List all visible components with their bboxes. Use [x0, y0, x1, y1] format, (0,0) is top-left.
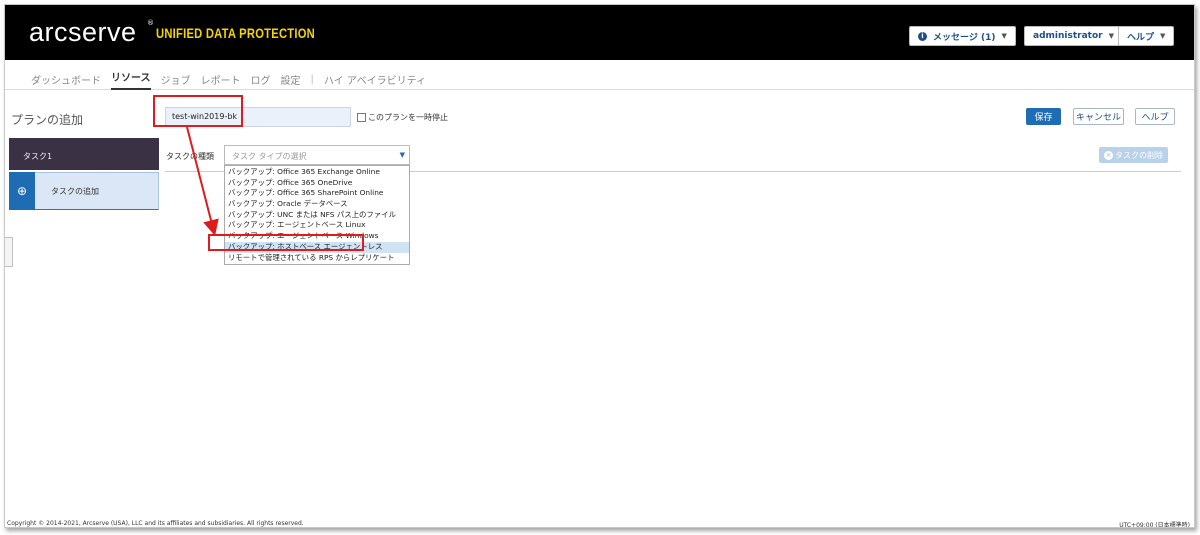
- help-menu-label: ヘルプ: [1127, 32, 1155, 43]
- nav-logs[interactable]: ログ: [251, 72, 271, 87]
- add-task-label: タスクの追加: [51, 186, 99, 196]
- dropdown-option[interactable]: バックアップ: UNC または NFS パス上のファイル: [225, 210, 409, 221]
- messages-button[interactable]: i メッセージ (1) ▼: [909, 26, 1016, 46]
- nav-high-availability[interactable]: ハイ アベイラビリティ: [324, 72, 426, 87]
- dropdown-option[interactable]: バックアップ: Office 365 OneDrive: [225, 178, 409, 189]
- chevron-down-icon: ▼: [1001, 32, 1007, 40]
- delete-task-label: タスクの削除: [1115, 150, 1163, 160]
- annotation-box-selected-option: [208, 234, 364, 251]
- timezone-text: UTC+09:00 (日本標準時): [1119, 522, 1190, 528]
- nav-settings[interactable]: 設定: [281, 72, 301, 87]
- messages-label: メッセージ (1): [933, 32, 996, 43]
- close-icon: ×: [1104, 150, 1113, 160]
- plus-circle-icon: ⊕: [9, 172, 35, 210]
- annotation-box-plan-name: [153, 95, 243, 127]
- user-menu-button[interactable]: administrator ▼: [1024, 26, 1123, 46]
- help-button[interactable]: ヘルプ: [1135, 108, 1175, 125]
- nav-jobs[interactable]: ジョブ: [161, 72, 191, 87]
- nav-resources[interactable]: リソース: [111, 69, 151, 90]
- collapse-handle[interactable]: [5, 237, 13, 267]
- pause-plan-checkbox[interactable]: このプランを一時停止: [357, 112, 448, 123]
- task-type-select[interactable]: タスク タイプの選択 ▼: [224, 145, 410, 165]
- pause-plan-label: このプランを一時停止: [368, 113, 448, 122]
- user-label: administrator: [1033, 31, 1103, 41]
- help-menu-button[interactable]: ヘルプ ▼: [1118, 26, 1175, 46]
- delete-task-button[interactable]: × タスクの削除: [1099, 147, 1168, 163]
- cancel-button[interactable]: キャンセル: [1073, 108, 1124, 125]
- add-task-button[interactable]: ⊕ タスクの追加: [9, 172, 159, 210]
- dropdown-option[interactable]: リモートで管理されている RPS からレプリケート: [225, 253, 409, 264]
- checkbox-icon[interactable]: [357, 113, 366, 122]
- page-title: プランの追加: [11, 113, 84, 127]
- app-window: arcserve ® UNIFIED DATA PROTECTION i メッセ…: [4, 4, 1195, 528]
- nav-separator: |: [310, 74, 314, 85]
- dropdown-option[interactable]: バックアップ: Office 365 SharePoint Online: [225, 188, 409, 199]
- dropdown-option[interactable]: バックアップ: エージェントベース Linux: [225, 220, 409, 231]
- task-type-placeholder: タスク タイプの選択: [232, 152, 307, 161]
- nav-reports[interactable]: レポート: [201, 72, 241, 87]
- arcserve-logo: arcserve: [29, 17, 137, 47]
- registered-mark: ®: [147, 19, 154, 27]
- save-button[interactable]: 保存: [1026, 108, 1061, 125]
- chevron-down-icon[interactable]: ▼: [400, 151, 405, 159]
- task-type-label: タスクの種類: [166, 152, 214, 161]
- dropdown-option[interactable]: バックアップ: Office 365 Exchange Online: [225, 167, 409, 178]
- task-1-tab[interactable]: タスク1: [9, 138, 159, 170]
- main-nav: ダッシュボード リソース ジョブ レポート ログ 設定 | ハイ アベイラビリテ…: [5, 60, 1194, 90]
- top-header: arcserve ® UNIFIED DATA PROTECTION i メッセ…: [5, 5, 1194, 60]
- info-icon: i: [918, 31, 927, 41]
- product-name: UNIFIED DATA PROTECTION: [156, 25, 315, 41]
- chevron-down-icon: ▼: [1108, 32, 1114, 40]
- copyright-text: Copyright © 2014-2021, Arcserve (USA), L…: [7, 520, 304, 527]
- chevron-down-icon: ▼: [1160, 32, 1166, 40]
- nav-dashboard[interactable]: ダッシュボード: [31, 72, 101, 87]
- dropdown-option[interactable]: バックアップ: Oracle データベース: [225, 199, 409, 210]
